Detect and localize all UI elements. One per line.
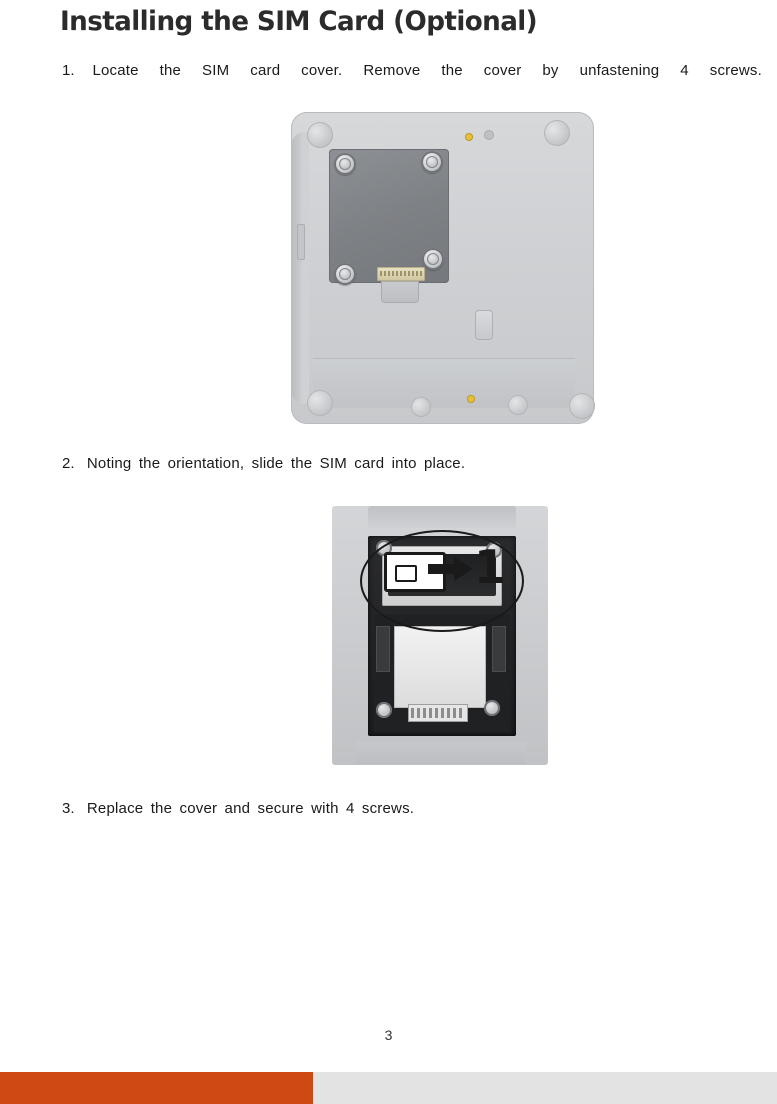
internal-chip: [492, 626, 506, 672]
cover-screw: [334, 263, 356, 285]
internal-chip: [376, 626, 390, 672]
tablet-corner-bumper: [411, 397, 431, 417]
insert-direction-arrow-icon: [428, 556, 474, 582]
document-page: Installing the SIM Card (Optional) 1. Lo…: [0, 0, 777, 1104]
cover-screw: [421, 151, 443, 173]
sim-card: [394, 626, 486, 708]
cover-screw: [422, 248, 444, 270]
tablet-corner-bumper: [307, 390, 333, 416]
screw-head-icon: [427, 253, 439, 265]
tablet-lower-panel: [313, 358, 575, 408]
screw-head-icon: [339, 158, 351, 170]
bay-top-strip: [368, 506, 516, 528]
step-item-3: 3. Replace the cover and secure with 4 s…: [62, 800, 414, 817]
bay-screw: [484, 700, 500, 716]
yellow-indicator-dot: [467, 395, 475, 403]
screw-head-icon: [426, 156, 438, 168]
bay-bottom-strip: [356, 742, 526, 764]
tablet-corner-bumper: [508, 395, 528, 415]
side-port: [297, 224, 305, 260]
bay-screw: [376, 702, 392, 718]
figure-tablet-back: [291, 112, 595, 424]
step-item-2: 2. Noting the orientation, slide the SIM…: [62, 455, 465, 472]
step-text-3: Replace the cover and secure with 4 scre…: [86, 800, 415, 817]
speaker-grille: [475, 310, 493, 340]
step-item-1: 1. Locate the SIM card cover. Remove the…: [62, 62, 762, 79]
step-number-2: 2.: [62, 455, 75, 472]
tablet-corner-bumper: [544, 120, 570, 146]
callout-number-1: 1: [474, 540, 507, 594]
step-text-2: Noting the orientation, slide the SIM ca…: [86, 455, 466, 472]
cover-pull-tab: [381, 281, 419, 303]
step-text-1: Locate the SIM card cover. Remove the co…: [92, 62, 762, 79]
tablet-left-edge: [291, 132, 309, 404]
sim-chip-icon: [395, 565, 417, 582]
screw-head-icon: [339, 268, 351, 280]
page-title: Installing the SIM Card (Optional): [60, 6, 538, 37]
gold-connector-contacts: [377, 267, 425, 281]
yellow-indicator-dot: [465, 133, 473, 141]
step-number-1: 1.: [62, 62, 75, 79]
small-port-dot: [484, 130, 494, 140]
footer-accent-bar: [0, 1072, 313, 1104]
tablet-corner-bumper: [307, 122, 333, 148]
cover-screw: [334, 153, 356, 175]
page-number: 3: [384, 1027, 393, 1043]
figure-sim-slot-closeup: 1: [332, 506, 548, 765]
step-number-3: 3.: [62, 800, 75, 817]
board-contacts: [408, 704, 468, 722]
tablet-corner-bumper: [569, 393, 595, 419]
